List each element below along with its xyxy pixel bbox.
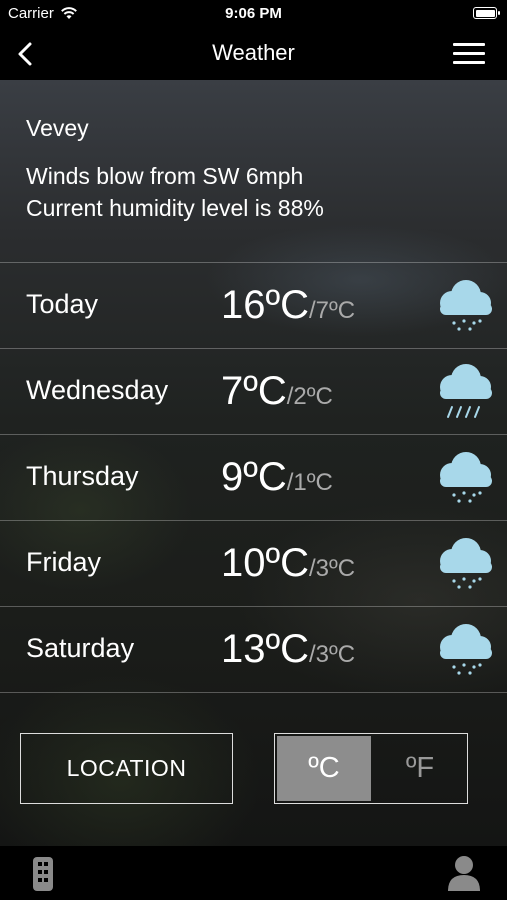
celsius-option[interactable]: ºC [277,736,371,801]
city-name: Vevey [26,115,89,141]
low-temp: 3ºC [315,641,356,668]
forecast-row: Friday 10ºC/3ºC [0,520,507,606]
high-temp: 7ºC [221,369,287,413]
status-time: 9:06 PM [225,5,282,22]
fahrenheit-option[interactable]: ºF [373,734,467,803]
location-button[interactable]: LOCATION [20,733,233,804]
forecast-temps: 9ºC/1ºC [221,455,333,499]
low-temp: 7ºC [315,297,356,324]
forecast-temps: 16ºC/7ºC [221,283,356,327]
forecast-day: Friday [26,547,102,577]
rain-cloud-icon [440,538,492,589]
profile-icon[interactable] [447,854,481,892]
forecast-row: Today 16ºC/7ºC [0,262,507,348]
forecast-temps: 10ºC/3ºC [221,541,356,585]
rain-cloud-icon [440,280,492,331]
forecast-day: Today [26,289,99,319]
forecast-temps: 13ºC/3ºC [221,627,356,671]
page-title: Weather [212,40,295,65]
high-temp: 16ºC [221,283,309,327]
forecast-temps: 7ºC/2ºC [221,369,333,413]
forecast-day: Thursday [26,461,139,491]
humidity-text: Current humidity level is 88% [26,195,324,221]
forecast-list: Today 16ºC/7ºC Wednesday 7ºC/2ºC Thursda… [0,262,507,693]
low-temp: 3ºC [315,555,356,582]
navigation-bar: Weather [0,28,507,80]
forecast-day: Saturday [26,633,135,663]
tab-bar [0,846,507,900]
rain-cloud-icon [440,624,492,675]
forecast-row: Thursday 9ºC/1ºC [0,434,507,520]
forecast-row: Saturday 13ºC/3ºC [0,606,507,693]
low-temp: 1ºC [293,469,333,496]
forecast-row: Wednesday 7ºC/2ºC [0,348,507,434]
heavy-rain-cloud-icon [440,364,492,418]
remote-control-icon[interactable] [32,856,54,892]
high-temp: 9ºC [221,455,287,499]
hamburger-menu-icon[interactable] [453,43,485,65]
rain-cloud-icon [440,452,492,503]
current-conditions: Vevey Winds blow from SW 6mph Current hu… [26,112,324,224]
unit-toggle: ºC ºF [274,733,468,804]
forecast-day: Wednesday [26,375,169,405]
low-temp: 2ºC [293,383,333,410]
wind-text: Winds blow from SW 6mph [26,163,304,189]
high-temp: 13ºC [221,627,309,671]
battery-icon [473,7,500,19]
high-temp: 10ºC [221,541,309,585]
status-bar: Carrier 9:06 PM [0,0,507,28]
